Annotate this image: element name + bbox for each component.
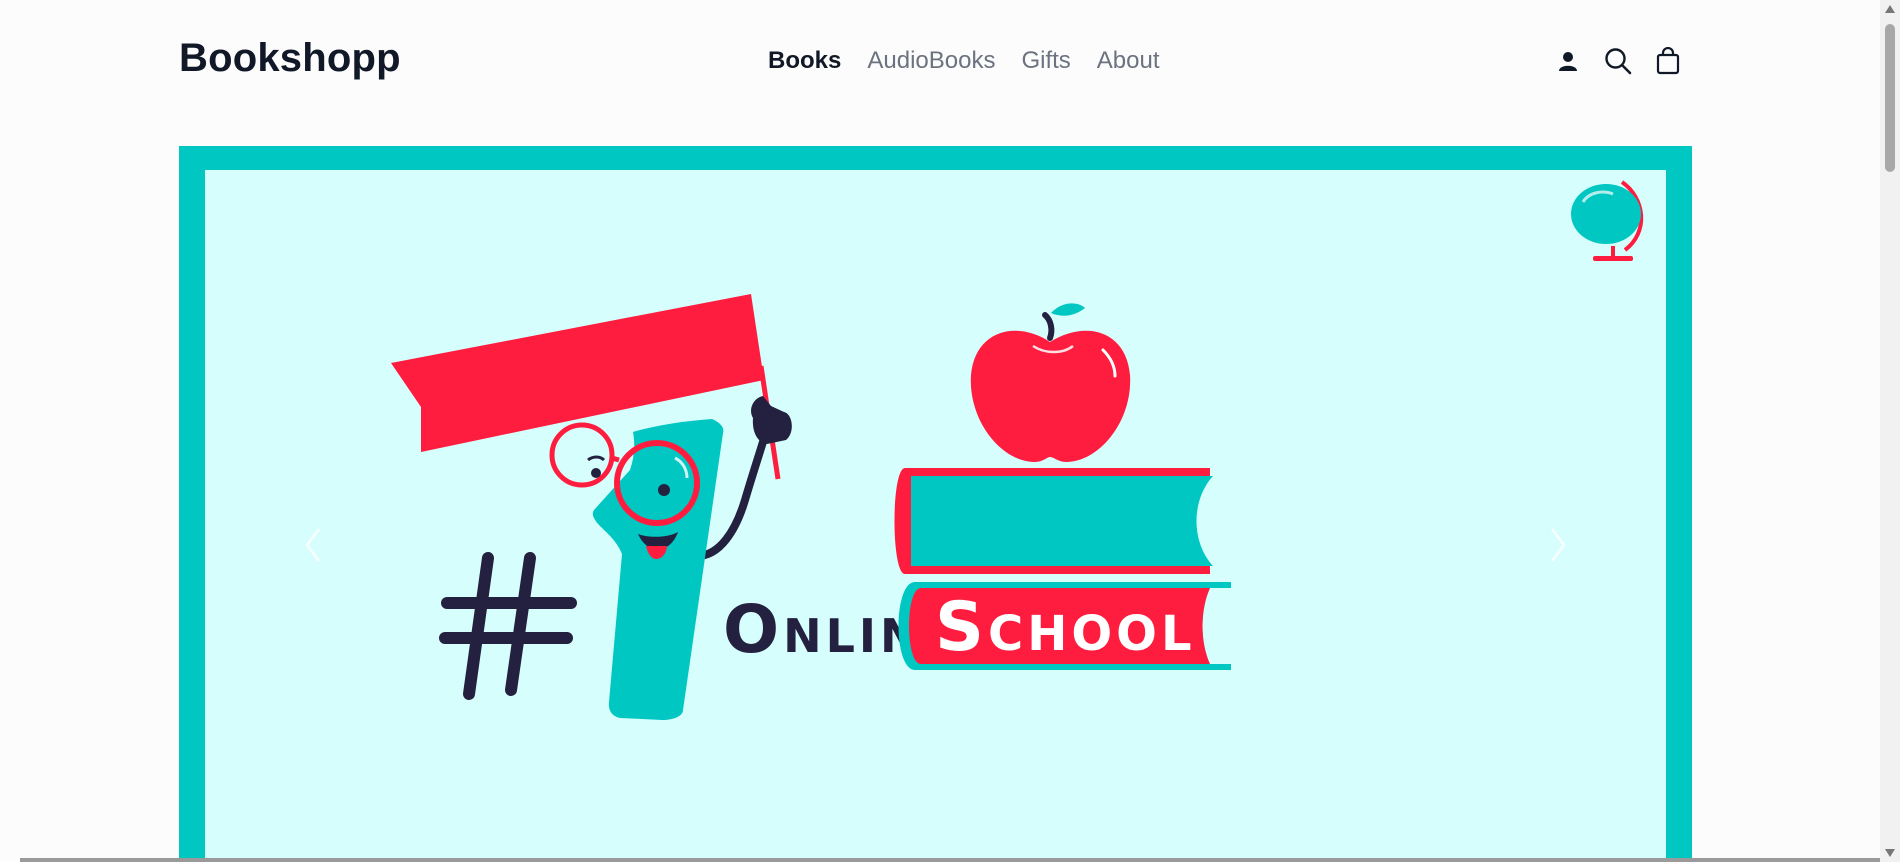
search-icon (1605, 48, 1632, 75)
scrollbar-thumb[interactable] (1885, 24, 1895, 172)
hero-banner: Online School (179, 146, 1692, 862)
hero-slide: Online School (205, 170, 1666, 862)
nav-item-gifts[interactable]: Gifts (1021, 47, 1070, 75)
number-one-character (549, 419, 724, 720)
nav-item-audiobooks[interactable]: AudioBooks (867, 47, 995, 75)
triangle-down-icon (1885, 849, 1895, 857)
brand-logo[interactable]: Bookshopp (179, 36, 401, 81)
nav-item-about[interactable]: About (1097, 47, 1160, 75)
hash-symbol (439, 552, 577, 700)
online-school-illustration: Online School (391, 180, 1644, 720)
account-button[interactable] (1553, 45, 1583, 77)
globe-icon (1571, 180, 1644, 261)
header-actions (1553, 45, 1683, 77)
banner-word-school: School (935, 588, 1196, 667)
scroll-up-arrow[interactable] (1880, 0, 1900, 18)
apple-icon (970, 303, 1131, 462)
main-nav: Books AudioBooks Gifts About (768, 47, 1160, 75)
scroll-down-arrow[interactable] (1880, 844, 1900, 862)
book-top (894, 468, 1213, 574)
carousel-prev-button[interactable] (295, 520, 331, 570)
account-icon (1559, 52, 1577, 71)
cart-button[interactable] (1653, 45, 1683, 77)
carousel-next-button[interactable] (1540, 520, 1576, 570)
chevron-right-icon (1551, 528, 1566, 562)
vertical-scrollbar[interactable] (1880, 0, 1900, 862)
chevron-left-icon (305, 528, 320, 562)
shopping-bag-icon (1656, 47, 1680, 75)
search-button[interactable] (1603, 45, 1633, 77)
horizontal-scrollbar[interactable] (20, 858, 1880, 862)
site-header: Bookshopp Books AudioBooks Gifts About (0, 0, 1880, 130)
nav-item-books[interactable]: Books (768, 47, 841, 75)
triangle-up-icon (1885, 5, 1895, 13)
